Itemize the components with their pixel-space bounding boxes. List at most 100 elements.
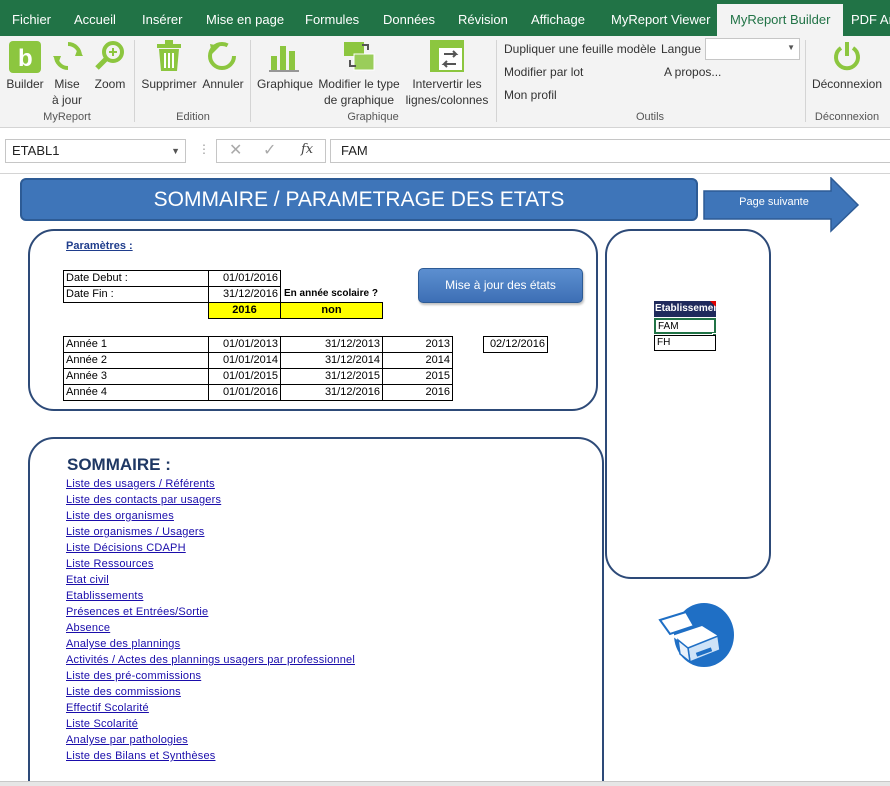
year-cell[interactable]: 2016 bbox=[208, 302, 281, 319]
power-icon bbox=[831, 40, 863, 77]
intervertir-label-2: lignes/colonnes bbox=[405, 93, 489, 107]
chevron-down-icon[interactable]: ▼ bbox=[171, 140, 180, 162]
year-row-label: Année 1 bbox=[63, 336, 209, 353]
mise-a-jour-label-2: à jour bbox=[51, 93, 83, 107]
tab-myreport-viewer[interactable]: MyReport Viewer bbox=[611, 0, 710, 36]
link-effectif-scolarite[interactable]: Effectif Scolarité bbox=[66, 702, 149, 714]
dupliquer-button[interactable]: Dupliquer une feuille modèle bbox=[504, 42, 656, 56]
link-commissions[interactable]: Liste des commissions bbox=[66, 686, 181, 698]
etablissement-panel bbox=[605, 229, 771, 579]
tab-donnees[interactable]: Données bbox=[383, 0, 435, 36]
graphique-button[interactable]: Graphique bbox=[256, 76, 314, 92]
etablissement-cell-fh[interactable]: FH bbox=[654, 335, 716, 351]
date-debut-cell[interactable]: 01/01/2016 bbox=[208, 270, 281, 287]
year-row-year[interactable]: 2015 bbox=[382, 368, 453, 385]
link-analyse-plannings[interactable]: Analyse des plannings bbox=[66, 638, 180, 650]
tab-fichier[interactable]: Fichier bbox=[12, 0, 51, 36]
confirm-icon[interactable]: ✓ bbox=[263, 140, 276, 160]
link-contacts-usagers[interactable]: Liste des contacts par usagers bbox=[66, 494, 221, 506]
tab-inserer[interactable]: Insérer bbox=[142, 0, 182, 36]
next-page-button[interactable]: Page suivante bbox=[704, 196, 844, 208]
function-icon[interactable]: fx bbox=[301, 142, 313, 157]
scolaire-cell[interactable]: non bbox=[280, 302, 383, 319]
year-row-label: Année 2 bbox=[63, 352, 209, 369]
link-activites-actes[interactable]: Activités / Actes des plannings usagers … bbox=[66, 654, 355, 666]
cancel-icon[interactable]: ✕ bbox=[229, 140, 242, 160]
modifier-type-button[interactable]: Modifier le type de graphique bbox=[316, 76, 402, 108]
update-reports-button[interactable]: Mise à jour des états bbox=[418, 268, 583, 303]
more-options-icon[interactable]: ⋮ bbox=[198, 142, 210, 156]
tab-myreport-builder[interactable]: MyReport Builder bbox=[717, 4, 844, 36]
tab-accueil[interactable]: Accueil bbox=[74, 0, 116, 36]
profil-button[interactable]: Mon profil bbox=[504, 88, 557, 102]
comment-indicator bbox=[710, 301, 716, 307]
link-ressources[interactable]: Liste Ressources bbox=[66, 558, 154, 570]
link-pre-commissions[interactable]: Liste des pré-commissions bbox=[66, 670, 201, 682]
link-liste-scolarite[interactable]: Liste Scolarité bbox=[66, 718, 138, 730]
year-row-start[interactable]: 01/01/2015 bbox=[208, 368, 281, 385]
langue-label: Langue bbox=[661, 42, 702, 56]
worksheet[interactable]: SOMMAIRE / PARAMETRAGE DES ETATS Page su… bbox=[0, 175, 890, 786]
formula-buttons: ✕ ✓ fx bbox=[216, 139, 326, 163]
ribbon: b Builder Mise à jour Zoom MyReport Supp… bbox=[0, 36, 890, 128]
apropos-button[interactable]: A propos... bbox=[664, 65, 721, 79]
group-label-myreport: MyReport bbox=[43, 111, 91, 123]
annee-scolaire-label: En année scolaire ? bbox=[284, 288, 378, 299]
formula-input[interactable]: FAM bbox=[330, 139, 890, 163]
modifier-type-label-2: de graphique bbox=[323, 93, 395, 107]
tab-mise-en-page[interactable]: Mise en page bbox=[206, 0, 284, 36]
year-row-end[interactable]: 31/12/2016 bbox=[280, 384, 383, 401]
group-label-deconnexion: Déconnexion bbox=[814, 111, 880, 123]
tab-affichage[interactable]: Affichage bbox=[531, 0, 585, 36]
year-row-year[interactable]: 2014 bbox=[382, 352, 453, 369]
annuler-button[interactable]: Annuler bbox=[200, 76, 246, 92]
year-row-label: Année 3 bbox=[63, 368, 209, 385]
deconnexion-button[interactable]: Déconnexion bbox=[808, 76, 886, 92]
link-pathologies[interactable]: Analyse par pathologies bbox=[66, 734, 188, 746]
refresh-icon bbox=[52, 40, 84, 77]
link-usagers-referents[interactable]: Liste des usagers / Référents bbox=[66, 478, 215, 490]
year-row-start[interactable]: 01/01/2016 bbox=[208, 384, 281, 401]
date-fin-label: Date Fin : bbox=[63, 286, 209, 303]
intervertir-button[interactable]: Intervertir les lignes/colonnes bbox=[404, 76, 490, 108]
link-organismes-usagers[interactable]: Liste organismes / Usagers bbox=[66, 526, 204, 538]
link-absence[interactable]: Absence bbox=[66, 622, 110, 634]
intervertir-label-1: Intervertir les bbox=[412, 77, 482, 91]
modifier-type-label-1: Modifier le type bbox=[318, 77, 400, 91]
sheet-tabs-strip[interactable] bbox=[0, 781, 890, 786]
year-row-start[interactable]: 01/01/2014 bbox=[208, 352, 281, 369]
year-row-year[interactable]: 2016 bbox=[382, 384, 453, 401]
modifier-lot-button[interactable]: Modifier par lot bbox=[504, 65, 583, 79]
name-box[interactable]: ETABL1 ▼ bbox=[5, 139, 186, 163]
year-row-end[interactable]: 31/12/2014 bbox=[280, 352, 383, 369]
ribbon-separator bbox=[134, 40, 135, 122]
year-row-start[interactable]: 01/01/2013 bbox=[208, 336, 281, 353]
tab-pdf[interactable]: PDF Arc bbox=[851, 0, 890, 36]
ribbon-separator bbox=[496, 40, 497, 122]
mise-a-jour-button[interactable]: Mise à jour bbox=[50, 76, 84, 108]
zoom-button[interactable]: Zoom bbox=[92, 76, 128, 92]
svg-text:b: b bbox=[18, 45, 33, 72]
langue-select[interactable]: ▼ bbox=[705, 38, 800, 60]
year-row-end[interactable]: 31/12/2013 bbox=[280, 336, 383, 353]
switch-rows-icon bbox=[430, 40, 464, 77]
link-bilans-syntheses[interactable]: Liste des Bilans et Synthèses bbox=[66, 750, 216, 762]
link-presences[interactable]: Présences et Entrées/Sortie bbox=[66, 606, 208, 618]
link-decisions-cdaph[interactable]: Liste Décisions CDAPH bbox=[66, 542, 186, 554]
tab-formules[interactable]: Formules bbox=[305, 0, 359, 36]
year-row-year[interactable]: 2013 bbox=[382, 336, 453, 353]
date-fin-cell[interactable]: 31/12/2016 bbox=[208, 286, 281, 303]
link-organismes[interactable]: Liste des organismes bbox=[66, 510, 174, 522]
link-etablissements[interactable]: Etablissements bbox=[66, 590, 143, 602]
change-chart-icon bbox=[342, 40, 376, 77]
tab-revision[interactable]: Révision bbox=[458, 0, 508, 36]
undo-icon bbox=[206, 40, 238, 77]
builder-button[interactable]: Builder bbox=[5, 76, 45, 92]
link-etat-civil[interactable]: Etat civil bbox=[66, 574, 109, 586]
supprimer-button[interactable]: Supprimer bbox=[140, 76, 198, 92]
printer-icon[interactable] bbox=[658, 602, 736, 670]
etablissement-cell-fam[interactable]: FAM bbox=[654, 318, 716, 334]
extra-date-cell[interactable]: 02/12/2016 bbox=[483, 336, 548, 353]
excel-window: Fichier Accueil Insérer Mise en page For… bbox=[0, 0, 890, 786]
year-row-end[interactable]: 31/12/2015 bbox=[280, 368, 383, 385]
